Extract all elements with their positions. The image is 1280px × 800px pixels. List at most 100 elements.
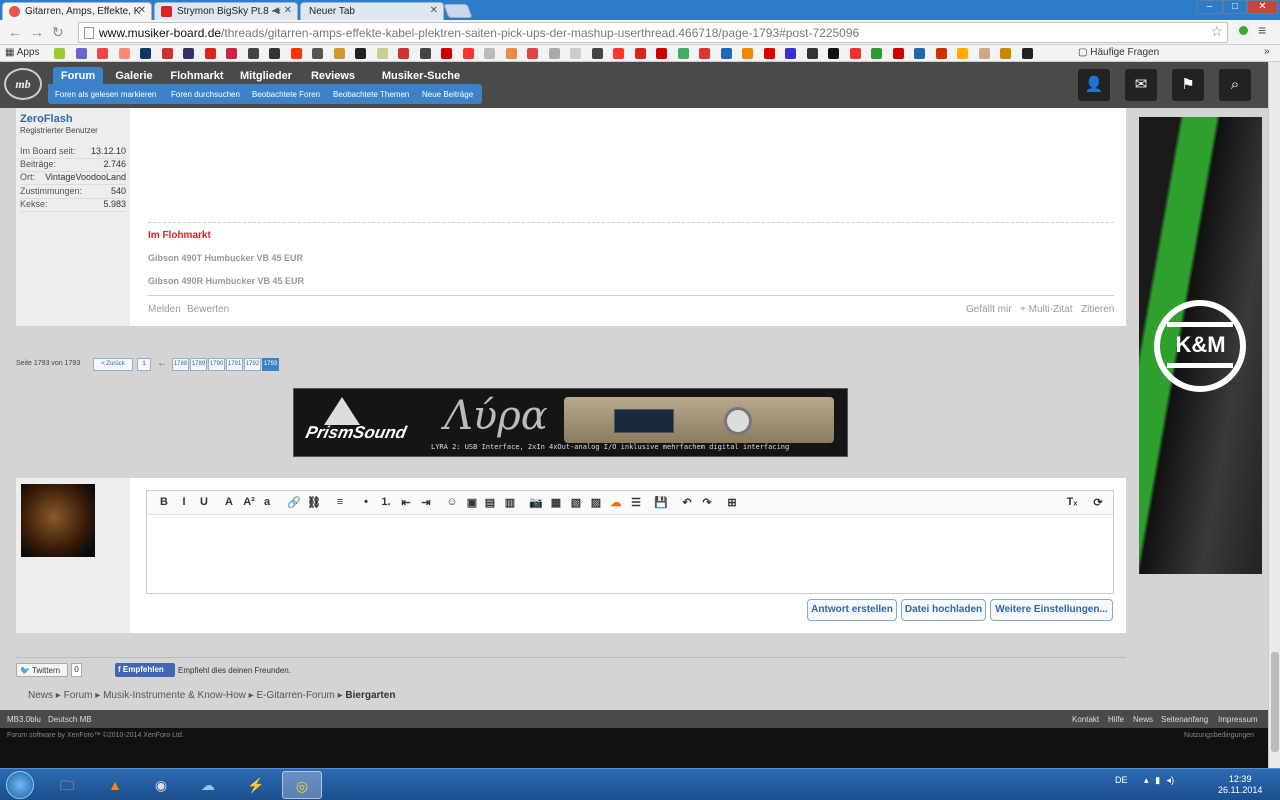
footer-imprint-link[interactable]: Impressum <box>1218 715 1258 724</box>
bookmark-19-icon[interactable] <box>462 48 474 59</box>
extension-icon[interactable] <box>1236 23 1251 38</box>
tab-musiker-board[interactable]: Gitarren, Amps, Effekte, K ✕ <box>2 2 152 20</box>
avatar[interactable] <box>21 484 95 557</box>
side-ad-km[interactable]: K&M <box>1139 117 1262 574</box>
language-indicator[interactable]: DE <box>1115 775 1128 785</box>
editor-tool-4-icon[interactable]: A² <box>242 496 256 508</box>
tab-mitglieder[interactable]: Mitglieder <box>235 67 297 84</box>
breadcrumb-instruments[interactable]: Musik-Instrumente & Know-How <box>103 690 246 701</box>
menu-icon[interactable]: ≡ <box>1258 22 1266 38</box>
bookmarks-overflow-icon[interactable]: » <box>1264 46 1270 57</box>
page-link[interactable]: 1789 <box>190 358 207 371</box>
editor-tool-5-icon[interactable]: a <box>260 496 274 508</box>
bookmark-18-icon[interactable] <box>441 48 452 59</box>
post-reply-button[interactable]: Antwort erstellen <box>807 599 897 621</box>
editor-tool-22-icon[interactable]: ☰ <box>629 496 643 509</box>
footer-top-link[interactable]: Seitenanfang <box>1161 715 1208 724</box>
prev-page-button[interactable]: < Zurück <box>93 358 133 371</box>
editor-tool-28-icon[interactable]: ⟳ <box>1091 496 1105 509</box>
rate-link[interactable]: Bewerten <box>187 304 229 315</box>
mail-icon[interactable]: ✉ <box>1125 69 1157 101</box>
breadcrumb-forum[interactable]: Forum <box>64 690 93 701</box>
minimize-button[interactable]: – <box>1196 0 1223 14</box>
steam-icon[interactable]: ◉ <box>141 771 181 799</box>
flag-icon[interactable]: ⚑ <box>1172 69 1204 101</box>
twitter-button[interactable]: 🐦 Twittern <box>16 663 68 677</box>
apps-bookmark[interactable]: ▦ Apps <box>5 47 39 58</box>
editor-tool-11-icon[interactable]: ⇤ <box>399 496 413 509</box>
author-name[interactable]: ZeroFlash <box>20 113 73 125</box>
bookmark-10-icon[interactable] <box>269 48 280 59</box>
bookmark-15-icon[interactable] <box>376 48 388 59</box>
report-link[interactable]: Melden <box>148 304 181 315</box>
reload-icon[interactable]: ↻ <box>52 24 64 41</box>
terms-link[interactable]: Nutzungsbedingungen <box>1184 732 1254 739</box>
page-link[interactable]: 1792 <box>244 358 261 371</box>
like-link[interactable]: Gefällt mir <box>966 304 1012 315</box>
bookmark-0-icon[interactable] <box>54 48 65 59</box>
banner-ad[interactable]: PrismSound Λύρα LYRA 2: USB Interface, 2… <box>293 388 848 457</box>
bookmark-42-icon[interactable] <box>957 48 968 59</box>
editor-tool-26-icon[interactable]: ⊞ <box>725 496 739 509</box>
style-chooser-link[interactable]: MB3.0blu <box>7 715 41 724</box>
bookmark-45-icon[interactable] <box>1021 48 1033 59</box>
bookmark-28-icon[interactable] <box>656 48 667 59</box>
bookmark-34-icon[interactable] <box>785 48 796 59</box>
facebook-like-button[interactable]: f Empfehlen <box>115 663 175 677</box>
maximize-button[interactable]: □ <box>1223 0 1247 14</box>
bookmark-12-icon[interactable] <box>312 48 323 59</box>
bookmark-38-icon[interactable] <box>871 48 882 59</box>
flohmarkt-heading[interactable]: Im Flohmarkt <box>148 230 211 241</box>
chrome-icon[interactable]: ◎ <box>282 771 322 799</box>
multi-quote-link[interactable]: + Multi-Zitat <box>1020 304 1073 315</box>
bookmark-13-icon[interactable] <box>333 48 345 59</box>
quote-link[interactable]: Zitieren <box>1081 304 1114 315</box>
tab-flohmarkt[interactable]: Flohmarkt <box>166 67 228 84</box>
new-tab-button[interactable] <box>443 4 473 18</box>
bookmark-star-icon[interactable]: ☆ <box>1210 23 1223 40</box>
bookmark-27-icon[interactable] <box>634 48 646 59</box>
page-link-first[interactable]: 1 <box>137 358 151 371</box>
footer-contact-link[interactable]: Kontakt <box>1072 715 1099 724</box>
bookmark-31-icon[interactable] <box>720 48 732 59</box>
editor-tool-2-icon[interactable]: U <box>197 496 211 508</box>
bookmark-26-icon[interactable] <box>613 48 624 59</box>
bookmark-5-icon[interactable] <box>161 48 173 59</box>
bookmark-6-icon[interactable] <box>183 48 194 59</box>
faq-bookmark[interactable]: ▢ Häufige Fragen <box>1078 47 1159 58</box>
editor-tool-9-icon[interactable]: • <box>359 496 373 508</box>
bookmark-25-icon[interactable] <box>591 48 603 59</box>
bookmark-2-icon[interactable] <box>97 48 108 59</box>
page-scrollbar[interactable] <box>1268 62 1280 768</box>
tab-strymon[interactable]: Strymon BigSky Pt.8 - ‹ ◀ ✕ <box>154 2 298 20</box>
reply-editor[interactable]: B I U A A² a 🔗 ⛓ ≡ • 1. ⇤ ⇥ ☺ ▣ ▤ ▥ 📷 ▦ ▧ ▨ ☁ ☰ 💾 ↶ ↷ ⊞ Tₓ ⟳ <box>146 490 1114 594</box>
editor-tool-18-icon[interactable]: ▦ <box>549 496 563 509</box>
close-tab-icon[interactable]: ✕ <box>430 5 438 16</box>
volume-icon[interactable]: ◂) <box>1167 775 1175 785</box>
page-link[interactable]: 1791 <box>226 358 243 371</box>
address-bar[interactable]: www.musiker-board.de/threads/gitarren-am… <box>78 22 1228 43</box>
bookmark-37-icon[interactable] <box>849 48 861 59</box>
editor-tool-27-icon[interactable]: Tₓ <box>1065 496 1079 508</box>
bookmark-11-icon[interactable] <box>290 48 302 59</box>
editor-tool-17-icon[interactable]: 📷 <box>529 496 543 509</box>
bookmark-17-icon[interactable] <box>419 48 431 59</box>
clock[interactable]: 12:39 26.11.2014 <box>1218 774 1262 796</box>
editor-tool-15-icon[interactable]: ▤ <box>483 496 497 509</box>
bookmark-35-icon[interactable] <box>806 48 818 59</box>
breadcrumb-biergarten[interactable]: Biergarten <box>345 690 395 701</box>
bookmark-22-icon[interactable] <box>527 48 538 59</box>
flohmarkt-item[interactable]: Gibson 490R Humbucker VB 45 EUR <box>148 276 304 286</box>
bookmark-20-icon[interactable] <box>484 48 495 59</box>
bookmark-39-icon[interactable] <box>892 48 904 59</box>
footer-news-link[interactable]: News <box>1133 715 1153 724</box>
bookmark-16-icon[interactable] <box>398 48 409 59</box>
editor-tool-25-icon[interactable]: ↷ <box>700 496 714 509</box>
bookmark-44-icon[interactable] <box>1000 48 1011 59</box>
editor-tool-10-icon[interactable]: 1. <box>379 496 393 508</box>
breadcrumb-news[interactable]: News <box>28 690 53 701</box>
bookmark-40-icon[interactable] <box>914 48 925 59</box>
bookmark-9-icon[interactable] <box>247 48 259 59</box>
editor-tool-16-icon[interactable]: ▥ <box>503 496 517 509</box>
tab-new[interactable]: Neuer Tab ✕ <box>300 2 444 20</box>
